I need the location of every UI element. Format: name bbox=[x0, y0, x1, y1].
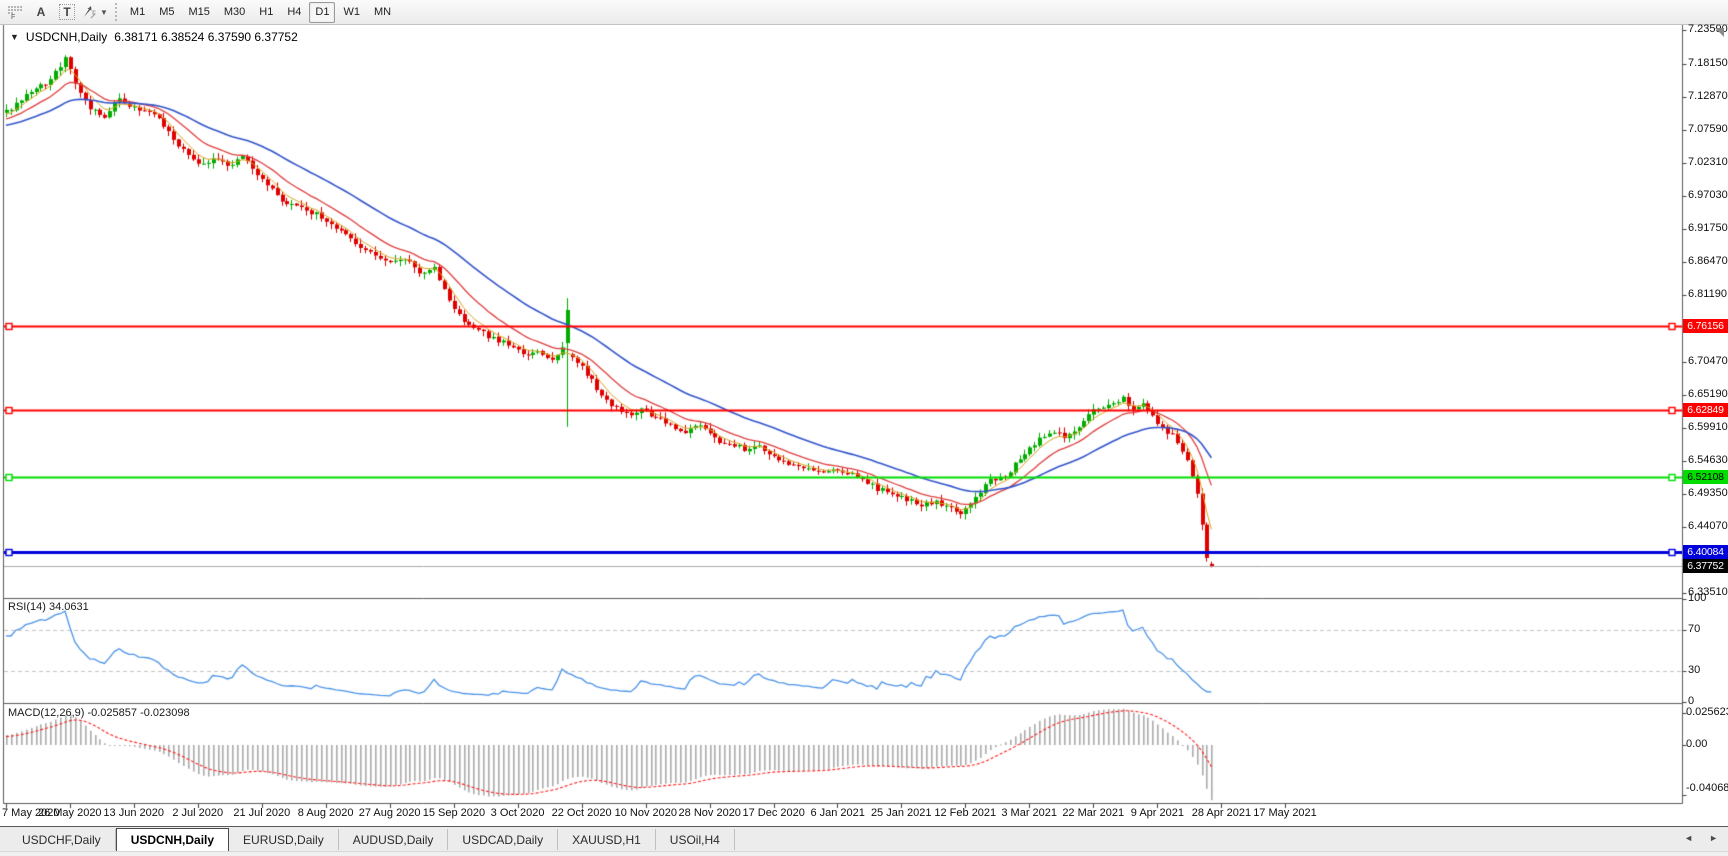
price-axis-label: 7.02310 bbox=[1688, 156, 1728, 168]
macd-axis-label: 0.00 bbox=[1686, 738, 1708, 750]
chart-ohlc-readout: 6.38171 6.38524 6.37590 6.37752 bbox=[114, 30, 298, 44]
date-axis-label: 15 Sep 2020 bbox=[422, 807, 486, 819]
date-axis-label: 25 Jan 2021 bbox=[870, 807, 932, 819]
price-axis-label: 6.59910 bbox=[1688, 421, 1728, 433]
chart-symbol-timeframe: USDCNH,Daily bbox=[25, 30, 108, 44]
date-axis-label: 3 Mar 2021 bbox=[1001, 807, 1058, 819]
current-price-badge: 6.37752 bbox=[1683, 559, 1728, 574]
timeframe-button-m15[interactable]: M15 bbox=[182, 2, 215, 23]
date-axis-label: 2 Jul 2020 bbox=[172, 807, 224, 819]
macd-axis-label: 0.025623 bbox=[1686, 705, 1728, 718]
price-axis-label: 6.91750 bbox=[1688, 222, 1728, 234]
timeframe-button-d1[interactable]: D1 bbox=[309, 1, 336, 23]
price-axis-label: 6.70470 bbox=[1688, 355, 1728, 367]
chart-shift-marker-icon[interactable] bbox=[1715, 28, 1724, 37]
chart-tabbar: USDCHF,Daily USDCNH,Daily EURUSD,Daily AUDU… bbox=[0, 826, 1728, 851]
date-axis-label: 21 Jul 2020 bbox=[233, 807, 291, 819]
date-axis-label: 22 Mar 2021 bbox=[1062, 807, 1125, 819]
date-axis-label: 17 Dec 2020 bbox=[742, 807, 805, 819]
macd-indicator-label: MACD(12,26,9) -0.025857 -0.023098 bbox=[8, 707, 190, 719]
timeframe-group: M1 M5 M15 M30 H1 H4 D1 W1 MN bbox=[123, 1, 398, 23]
toolbar-separator bbox=[114, 3, 117, 21]
price-axis-label: 6.65190 bbox=[1688, 388, 1728, 400]
date-axis-label: 26 May 2020 bbox=[37, 807, 102, 819]
chevron-down-icon: ▼ bbox=[100, 7, 108, 17]
date-axis-label: 28 Apr 2021 bbox=[1191, 807, 1252, 819]
insert-label-button[interactable]: A bbox=[29, 2, 53, 23]
tab-scroll-arrows: ◄ ► bbox=[1684, 833, 1718, 843]
rsi-level-label: 70 bbox=[1688, 622, 1701, 635]
date-axis-label: 27 Aug 2020 bbox=[358, 807, 421, 819]
date-axis-label: 8 Aug 2020 bbox=[297, 807, 354, 819]
timeframe-button-m30[interactable]: M30 bbox=[218, 2, 251, 23]
rsi-level-label: 30 bbox=[1688, 664, 1701, 677]
svg-text:F: F bbox=[11, 14, 15, 20]
date-axis-label: 17 May 2021 bbox=[1253, 807, 1317, 819]
arrow-objects-button[interactable]: ▼ bbox=[81, 2, 109, 23]
arrows-icon bbox=[84, 6, 97, 19]
price-axis-label: 7.07590 bbox=[1688, 123, 1728, 135]
timeframe-button-h1[interactable]: H1 bbox=[253, 2, 279, 23]
status-strip bbox=[0, 851, 1728, 856]
price-line-badge: 6.76156 bbox=[1683, 319, 1728, 334]
date-axis-label: 13 Jun 2020 bbox=[103, 807, 164, 819]
timeframe-button-m5[interactable]: M5 bbox=[153, 2, 180, 23]
macd-axis-label: -0.040687 bbox=[1686, 782, 1728, 794]
price-line-badge: 6.40084 bbox=[1683, 544, 1728, 559]
letter-a-icon: A bbox=[36, 5, 46, 19]
terminal-window: F A T ▼ M1 M5 M15 M30 H1 H4 D1 W1 MN ▼ USDCNH,Da… bbox=[0, 0, 1728, 856]
price-axis-label: 7.12870 bbox=[1688, 90, 1728, 102]
price-axis-label: 6.49350 bbox=[1688, 487, 1728, 499]
date-axis-label: 12 Feb 2021 bbox=[934, 807, 997, 819]
chart-area: ▼ USDCNH,Daily 6.38171 6.38524 6.37590 6… bbox=[0, 23, 1728, 826]
date-axis-label: 28 Nov 2020 bbox=[678, 807, 741, 819]
price-axis-label: 7.18150 bbox=[1688, 57, 1728, 69]
chart-properties-icon[interactable]: F bbox=[3, 2, 27, 23]
price-axis-label: 6.97030 bbox=[1688, 189, 1728, 201]
price-axis-label: 6.54630 bbox=[1688, 454, 1728, 466]
tab-xauusd-h1[interactable]: XAUUSD,H1 bbox=[558, 829, 656, 850]
tab-scroll-right-icon[interactable]: ► bbox=[1709, 833, 1718, 843]
tab-eurusd-daily[interactable]: EURUSD,Daily bbox=[229, 829, 339, 850]
price-axis-label: 6.44070 bbox=[1688, 520, 1728, 532]
date-axis-label: 10 Nov 2020 bbox=[614, 807, 677, 819]
timeframe-button-h4[interactable]: H4 bbox=[281, 2, 307, 23]
tab-usdchf-daily[interactable]: USDCHF,Daily bbox=[8, 829, 116, 850]
price-line-badge: 6.52108 bbox=[1683, 469, 1728, 484]
rsi-level-label: 100 bbox=[1688, 592, 1707, 604]
date-axis-label: 3 Oct 2020 bbox=[490, 807, 545, 819]
letter-t-icon: T bbox=[59, 4, 75, 20]
rsi-indicator-label: RSI(14) 34.0631 bbox=[8, 601, 89, 613]
date-axis-label: 22 Oct 2020 bbox=[551, 807, 612, 819]
toolbar: F A T ▼ M1 M5 M15 M30 H1 H4 D1 W1 MN bbox=[0, 0, 1728, 25]
tab-audusd-daily[interactable]: AUDUSD,Daily bbox=[339, 829, 449, 850]
date-axis-label: 6 Jan 2021 bbox=[810, 807, 865, 819]
insert-text-button[interactable]: T bbox=[55, 2, 79, 23]
chart-title: ▼ USDCNH,Daily 6.38171 6.38524 6.37590 6… bbox=[10, 30, 298, 44]
price-axis-label: 6.81190 bbox=[1688, 288, 1727, 300]
tab-usdcad-daily[interactable]: USDCAD,Daily bbox=[448, 829, 559, 850]
timeframe-button-m1[interactable]: M1 bbox=[124, 2, 151, 23]
chart-dropdown-icon[interactable]: ▼ bbox=[10, 32, 19, 42]
date-axis-label: 9 Apr 2021 bbox=[1130, 807, 1184, 819]
price-axis-label: 6.86470 bbox=[1688, 255, 1728, 267]
price-line-badge: 6.62849 bbox=[1683, 402, 1728, 417]
tab-scroll-left-icon[interactable]: ◄ bbox=[1684, 833, 1693, 843]
price-chart-canvas[interactable] bbox=[0, 25, 1728, 826]
timeframe-button-mn[interactable]: MN bbox=[368, 2, 397, 23]
timeframe-button-w1[interactable]: W1 bbox=[337, 2, 366, 23]
tab-usoil-h4[interactable]: USOil,H4 bbox=[656, 829, 735, 850]
tab-usdcnh-daily[interactable]: USDCNH,Daily bbox=[115, 828, 230, 851]
